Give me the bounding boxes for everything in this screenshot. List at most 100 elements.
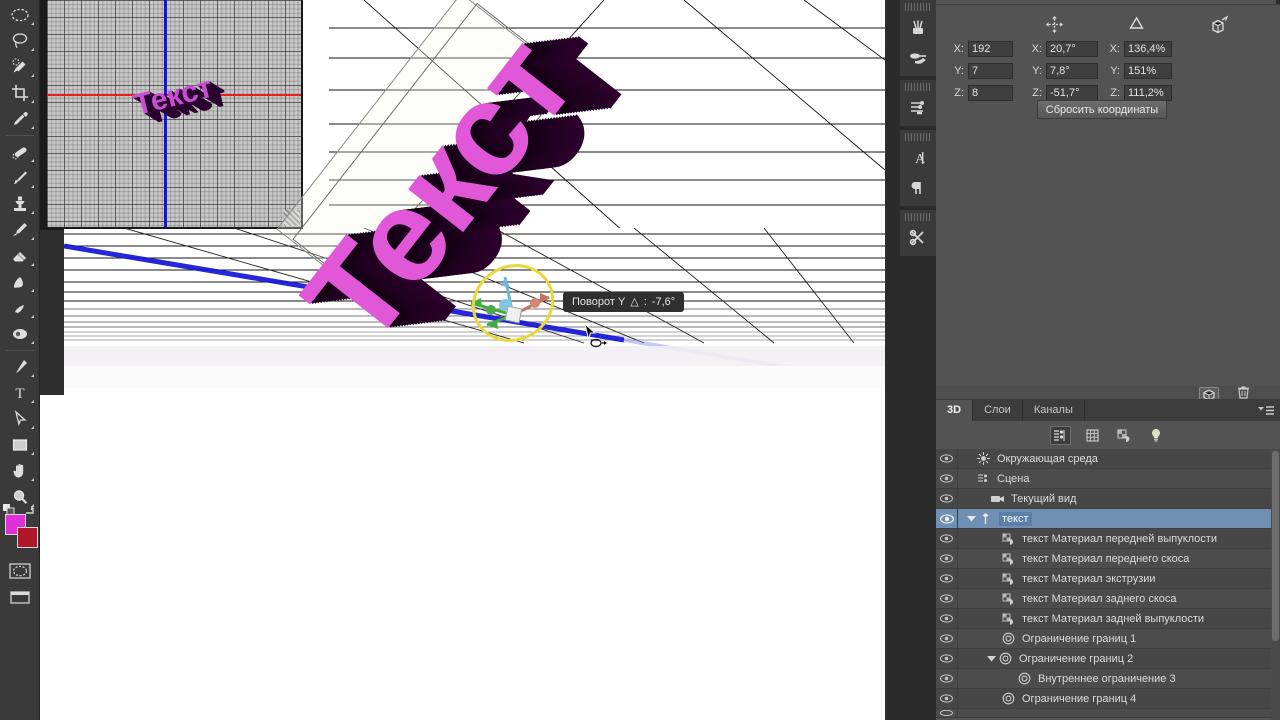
eraser-icon[interactable]: [3, 243, 37, 269]
type-icon[interactable]: T: [3, 380, 37, 406]
list-item[interactable]: текст Материал задней выпуклости: [936, 609, 1280, 629]
color-swatches[interactable]: [2, 504, 38, 552]
dock-grip-3[interactable]: [905, 133, 931, 141]
visibility-eye-icon[interactable]: [936, 449, 958, 468]
visibility-eye-icon[interactable]: [936, 509, 958, 528]
rotation-x-input[interactable]: 20,7°: [1046, 41, 1098, 57]
crop-icon[interactable]: [3, 80, 37, 106]
elliptical-marquee-icon[interactable]: [3, 2, 37, 28]
rotate-cursor-icon: [588, 334, 608, 355]
twirl-down-icon[interactable]: [966, 515, 977, 522]
twirl-down-icon[interactable]: [986, 655, 997, 662]
list-item[interactable]: Ограничение границ 1: [936, 629, 1280, 649]
character-icon[interactable]: A: [903, 143, 933, 173]
dock-grip-2[interactable]: [905, 83, 931, 91]
gizmo-center-handle[interactable]: [504, 305, 523, 324]
position-y-input[interactable]: 7: [968, 63, 1013, 79]
coordinate-fields: X: 192 X: 20,7° X: 136,4% Y: 7 Y: 7,8° Y…: [948, 39, 1278, 105]
filter-mesh-icon[interactable]: [1082, 426, 1103, 445]
list-item[interactable]: Внутреннее ограничение 3: [936, 669, 1280, 689]
list-item-partial[interactable]: [936, 709, 1280, 718]
document-canvas[interactable]: Текст Текст Поворот Y △: -7,6°: [40, 0, 885, 720]
position-z-input[interactable]: 8: [968, 85, 1013, 101]
scene-icon: [975, 473, 992, 485]
visibility-eye-icon[interactable]: [936, 529, 958, 548]
tool-presets-icon[interactable]: [903, 223, 933, 253]
3d-panel-scrollbar[interactable]: [1271, 449, 1280, 720]
tools-panel: T: [0, 0, 40, 720]
rotation-tooltip: Поворот Y △ : -7,6°: [563, 292, 685, 312]
svg-text:T: T: [15, 386, 24, 402]
filter-scene-icon[interactable]: [1049, 425, 1071, 445]
position-x-input[interactable]: 192: [968, 41, 1013, 57]
material-icon: [1000, 553, 1017, 565]
visibility-eye-icon[interactable]: [936, 569, 958, 588]
tab-channels[interactable]: Каналы: [1022, 400, 1085, 421]
list-item[interactable]: Текущий вид: [936, 489, 1280, 509]
dock-grip[interactable]: [905, 3, 931, 11]
3d-scene-list[interactable]: Окружающая среда Сцена Текущий вид текст…: [936, 449, 1280, 718]
clone-stamp-icon[interactable]: [3, 191, 37, 217]
list-item[interactable]: Сцена: [936, 469, 1280, 489]
list-item-selected[interactable]: текст: [936, 509, 1280, 529]
history-brush-icon[interactable]: [3, 217, 37, 243]
list-item[interactable]: Ограничение границ 2: [936, 649, 1280, 669]
visibility-eye-icon[interactable]: [936, 549, 958, 568]
dodge-icon[interactable]: [3, 321, 37, 347]
visibility-eye-icon[interactable]: [936, 669, 958, 688]
tab-3d[interactable]: 3D: [936, 400, 974, 421]
adjustments-icon[interactable]: [903, 93, 933, 123]
lasso-icon[interactable]: [3, 28, 37, 54]
quick-mask-icon[interactable]: [3, 558, 37, 584]
3d-panel-scrollbar-thumb[interactable]: [1272, 451, 1279, 641]
eyedropper-icon[interactable]: [3, 106, 37, 132]
spot-healing-icon[interactable]: [3, 139, 37, 165]
coordinate-column-icons: [936, 15, 1280, 35]
panel-menu-icon[interactable]: [1258, 404, 1274, 422]
filter-light-icon[interactable]: [1146, 426, 1167, 445]
move-coordinates-icon[interactable]: [1009, 15, 1099, 35]
scale-x-input[interactable]: 136,4%: [1124, 41, 1172, 57]
pen-icon[interactable]: [3, 354, 37, 380]
scale-coordinates-icon[interactable]: [1174, 15, 1264, 35]
list-item[interactable]: текст Материал передней выпуклости: [936, 529, 1280, 549]
brush-icon[interactable]: [3, 165, 37, 191]
list-item[interactable]: текст Материал экструзии: [936, 569, 1280, 589]
path-selection-icon[interactable]: [3, 406, 37, 432]
scale-z-input[interactable]: 111,2%: [1124, 85, 1172, 101]
scale-y-input[interactable]: 151%: [1124, 63, 1172, 79]
brush-presets-icon[interactable]: [903, 13, 933, 43]
reset-coordinates-button[interactable]: Сбросить координаты: [1037, 100, 1167, 119]
filter-material-icon[interactable]: [1114, 426, 1135, 445]
screen-mode-icon[interactable]: [3, 584, 37, 610]
rotate-coordinates-icon[interactable]: [1091, 15, 1181, 35]
hand-icon[interactable]: [3, 458, 37, 484]
list-item[interactable]: текст Материал заднего скоса: [936, 589, 1280, 609]
properties-panel: X: 192 X: 20,7° X: 136,4% Y: 7 Y: 7,8° Y…: [936, 4, 1280, 403]
visibility-eye-icon[interactable]: [936, 589, 958, 608]
dock-grip-4[interactable]: [905, 213, 931, 221]
visibility-eye-icon[interactable]: [936, 469, 958, 488]
tab-layers[interactable]: Слои: [973, 400, 1023, 421]
visibility-eye-icon[interactable]: [936, 709, 958, 717]
rotation-y-input[interactable]: 7,8°: [1046, 63, 1098, 79]
quick-selection-icon[interactable]: [3, 54, 37, 80]
rotation-z-input[interactable]: -51,7°: [1046, 85, 1098, 101]
visibility-eye-icon[interactable]: [936, 609, 958, 628]
visibility-eye-icon[interactable]: [936, 649, 958, 668]
list-item[interactable]: текст Материал переднего скоса: [936, 549, 1280, 569]
brush-settings-icon[interactable]: [903, 43, 933, 73]
visibility-eye-icon[interactable]: [936, 629, 958, 648]
3d-axis-gizmo[interactable]: [453, 249, 573, 365]
list-item[interactable]: Ограничение границ 4: [936, 689, 1280, 709]
blur-icon[interactable]: [3, 295, 37, 321]
3d-filter-bar: [936, 421, 1280, 449]
list-item[interactable]: Окружающая среда: [936, 449, 1280, 469]
rectangle-shape-icon[interactable]: [3, 432, 37, 458]
background-color-swatch[interactable]: [16, 527, 38, 548]
gradient-icon[interactable]: [3, 269, 37, 295]
paragraph-icon[interactable]: [903, 173, 933, 203]
visibility-eye-icon[interactable]: [936, 489, 958, 508]
dock-group-tool-presets: [900, 210, 936, 256]
visibility-eye-icon[interactable]: [936, 689, 958, 708]
